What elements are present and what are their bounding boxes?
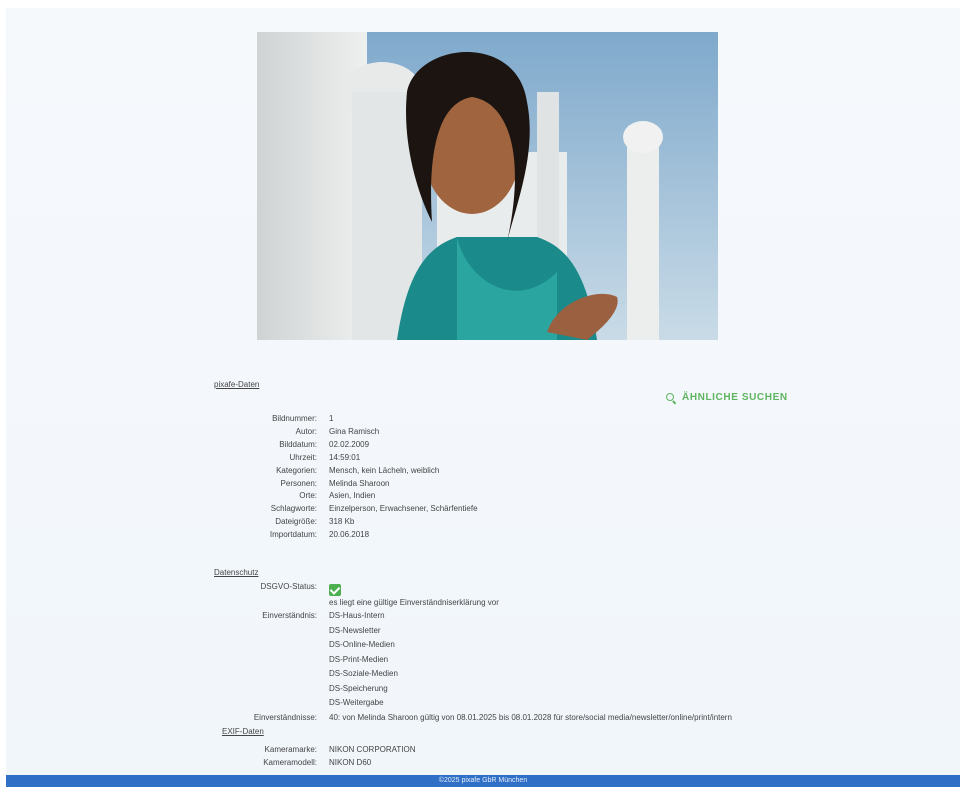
exif-field-value: NIKON CORPORATION	[329, 745, 416, 754]
consent-item: DS-Soziale-Medien	[6, 668, 960, 680]
pixafe-field-value: 20.06.2018	[329, 530, 370, 540]
pixafe-field: Dateigröße: 318 Kb	[6, 516, 960, 528]
pixafe-field-label: Autor:	[295, 426, 317, 436]
exif-section-title[interactable]: EXIF-Daten	[222, 727, 264, 736]
pixafe-field: Personen: Melinda Sharoon	[6, 478, 960, 490]
consent-note: es liegt eine gültige Einverständniserkl…	[6, 597, 960, 609]
consent-item: DS-Speicherung	[6, 683, 960, 695]
pixafe-field-value: 318 Kb	[329, 517, 355, 527]
pixafe-field-label: Importdatum:	[269, 530, 317, 540]
consent-item-value: DS-Haus-Intern	[329, 611, 385, 620]
pixafe-field: Orte: Asien, Indien	[6, 490, 960, 502]
pixafe-field-label: Dateigröße:	[275, 517, 317, 527]
pixafe-field: Autor: Gina Ramisch	[6, 426, 960, 438]
pixafe-field-label: Schlagworte:	[270, 504, 317, 514]
consent-item: DS-Online-Medien	[6, 639, 960, 651]
pixafe-field: Bilddatum: 02.02.2009	[6, 439, 960, 451]
pixafe-section-title[interactable]: pixafe-Daten	[214, 380, 259, 389]
pixafe-field: Kategorien: Mensch, kein Lächeln, weiblic…	[6, 465, 960, 477]
pixafe-field: Uhrzeit: 14:59:01	[6, 452, 960, 464]
pixafe-field-label: Personen:	[280, 478, 317, 488]
consent-item-value: DS-Soziale-Medien	[329, 669, 398, 678]
main-photo[interactable]	[257, 32, 718, 340]
exif-field: Kameramarke: NIKON CORPORATION	[6, 744, 960, 756]
einverstaendnisse-label: Einverständnisse:	[253, 713, 317, 722]
consent-item-value: DS-Weitergabe	[329, 698, 384, 707]
consent-item: DS-Weitergabe	[6, 697, 960, 709]
exif-field-label: Kameramarke:	[264, 745, 317, 754]
pixafe-field-label: Bildnummer:	[272, 414, 317, 423]
pixafe-field-value: 1	[329, 414, 334, 423]
pixafe-field-label: Orte:	[299, 491, 317, 501]
dsgvo-label: DSGVO-Status:	[260, 582, 317, 591]
exif-field-label: Kameramodell:	[263, 758, 317, 767]
pixafe-field-value: 14:59:01	[329, 452, 361, 462]
pixafe-field-value: 02.02.2009	[329, 439, 370, 449]
pixafe-field-label: Kategorien:	[276, 465, 317, 475]
find-similar-button[interactable]: ÄHNLICHE SUCHEN	[666, 392, 788, 403]
einverstaendnisse-row: Einverständnisse: 40: von Melinda Sharoo…	[6, 712, 960, 724]
dsgvo-row: DSGVO-Status:	[6, 581, 960, 593]
consent-item-value: DS-Speicherung	[329, 683, 388, 693]
exif-field: Kameramodell: NIKON D60	[6, 757, 960, 769]
search-icon	[666, 392, 676, 403]
dsgvo-check-icon	[329, 584, 341, 596]
detail-page: pixafe-Daten ÄHNLICHE SUCHEN Bildnummer:…	[6, 8, 960, 775]
consent-item-value: DS-Print-Medien	[329, 654, 389, 664]
consent-item-value: DS-Newsletter	[329, 625, 381, 635]
pixafe-field-value: Gina Ramisch	[329, 426, 380, 436]
consent-item: DS-Print-Medien	[6, 654, 960, 666]
pixafe-field: Importdatum: 20.06.2018	[6, 529, 960, 541]
footer: ©2025 pixafe GbR München	[6, 775, 960, 787]
consent-note-value: es liegt eine gültige Einverständniserkl…	[329, 598, 499, 607]
consent-item-value: DS-Online-Medien	[329, 640, 395, 649]
pixafe-field-value: Einzelperson, Erwachsener, Schärfentiefe	[329, 504, 478, 514]
pixafe-field-value: Melinda Sharoon	[329, 478, 390, 488]
consent-item: DS-Newsletter	[6, 625, 960, 637]
einverstaendnisse-value: 40: von Melinda Sharoon gültig von 08.01…	[329, 713, 732, 722]
datenschutz-section-title[interactable]: Datenschutz	[214, 568, 258, 577]
consent-item-label: Einverständnis:	[262, 611, 317, 620]
consent-item: Einverständnis: DS-Haus-Intern	[6, 610, 960, 622]
find-similar-label: ÄHNLICHE SUCHEN	[682, 392, 788, 403]
pixafe-field-value: Asien, Indien	[329, 491, 376, 501]
pixafe-field-label: Uhrzeit:	[289, 452, 317, 462]
pixafe-field-value: Mensch, kein Lächeln, weiblich	[329, 465, 440, 475]
pixafe-field: Bildnummer: 1	[6, 413, 960, 425]
pixafe-field: Schlagworte: Einzelperson, Erwachsener, S…	[6, 503, 960, 515]
exif-field-value: NIKON D60	[329, 758, 372, 767]
pixafe-field-label: Bilddatum:	[279, 439, 317, 449]
